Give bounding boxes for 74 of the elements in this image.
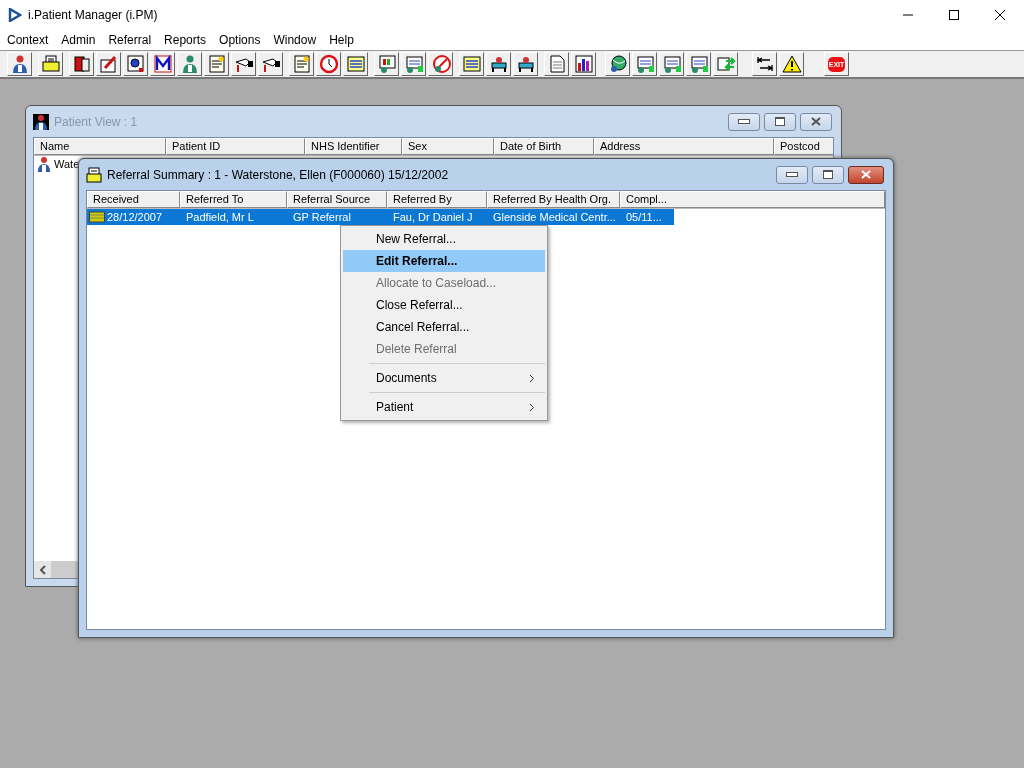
close-icon bbox=[811, 117, 821, 126]
swap-icon[interactable] bbox=[754, 54, 775, 74]
bar-chart-icon[interactable] bbox=[573, 54, 594, 74]
close-button[interactable] bbox=[800, 112, 832, 131]
close-icon[interactable] bbox=[994, 9, 1006, 21]
column-header[interactable]: Referred By Health Org. bbox=[487, 191, 620, 208]
table-cell: 28/12/2007 bbox=[107, 211, 163, 223]
table-cell: Padfield, Mr L bbox=[186, 211, 254, 223]
maximize-button[interactable] bbox=[764, 112, 796, 131]
column-header[interactable]: Name bbox=[34, 138, 166, 155]
menu-item[interactable]: Context bbox=[1, 33, 54, 47]
pencil-icon[interactable] bbox=[98, 54, 119, 74]
scroll-left-icon bbox=[38, 564, 47, 575]
note-icon[interactable] bbox=[206, 54, 227, 74]
column-header[interactable]: Postcod bbox=[774, 138, 833, 155]
maximize-icon[interactable] bbox=[948, 9, 960, 21]
window-title: Referral Summary : 1 - Waterstone, Ellen (F000060) 15/12/2002 bbox=[107, 167, 449, 182]
card-icon[interactable] bbox=[403, 54, 424, 74]
app-logo-icon bbox=[8, 8, 22, 22]
app-title: i.Patient Manager (i.PM) bbox=[28, 8, 158, 22]
menu-item[interactable]: Options bbox=[213, 33, 266, 47]
column-header[interactable]: Compl... bbox=[620, 191, 885, 208]
column-header[interactable]: Referred By bbox=[387, 191, 487, 208]
minimize-button[interactable] bbox=[776, 165, 808, 184]
document-icon[interactable] bbox=[125, 54, 146, 74]
monitor-icon[interactable] bbox=[376, 54, 397, 74]
maximize-button[interactable] bbox=[812, 165, 844, 184]
column-header[interactable]: Referred To bbox=[180, 191, 287, 208]
column-header[interactable]: NHS Identifier bbox=[305, 138, 402, 155]
book-icon[interactable] bbox=[71, 54, 92, 74]
column-header[interactable]: Address bbox=[594, 138, 774, 155]
card-icon[interactable] bbox=[661, 54, 682, 74]
menu-item[interactable]: Reports bbox=[158, 33, 212, 47]
no-entry-icon[interactable] bbox=[430, 54, 451, 74]
list-icon[interactable] bbox=[461, 54, 482, 74]
column-header[interactable]: Received bbox=[87, 191, 180, 208]
window-title: Patient View : 1 bbox=[54, 114, 138, 129]
patient-name[interactable]: Wate bbox=[54, 158, 80, 170]
menu-item[interactable]: Cancel Referral... bbox=[343, 316, 545, 338]
menu-item[interactable]: Patient bbox=[343, 396, 545, 418]
note-icon[interactable] bbox=[291, 54, 312, 74]
scroll-left-button[interactable] bbox=[34, 561, 51, 578]
table-cell: GP Referral bbox=[293, 211, 351, 223]
menu-item[interactable]: Close Referral... bbox=[343, 294, 545, 316]
column-header[interactable]: Referral Source bbox=[287, 191, 387, 208]
table-cell: Glenside Medical Centr... bbox=[493, 211, 616, 223]
column-header[interactable]: Sex bbox=[402, 138, 494, 155]
close-button[interactable] bbox=[848, 165, 884, 184]
table-cell: 05/11... bbox=[626, 211, 662, 223]
menu-item[interactable]: Admin bbox=[55, 33, 101, 47]
menu-item[interactable]: Referral bbox=[102, 33, 157, 47]
warning-icon[interactable] bbox=[781, 54, 802, 74]
arrows-icon[interactable] bbox=[715, 54, 736, 74]
card-icon[interactable] bbox=[634, 54, 655, 74]
column-header[interactable]: Patient ID bbox=[166, 138, 305, 155]
column-header[interactable]: Date of Birth bbox=[494, 138, 594, 155]
menu-item[interactable]: Documents bbox=[343, 367, 545, 389]
person-icon bbox=[36, 156, 52, 172]
clock-icon[interactable] bbox=[318, 54, 339, 74]
menu-item[interactable]: Help bbox=[323, 33, 359, 47]
referral-row[interactable]: 28/12/2007 Padfield, Mr L GP Referral Fau, Dr Daniel J Glenside Medical Centr... 05/11... bbox=[87, 209, 674, 225]
menu-item[interactable]: Edit Referral... bbox=[343, 250, 545, 272]
bed-icon[interactable] bbox=[515, 54, 536, 74]
close-icon bbox=[861, 170, 871, 179]
minimize-button[interactable] bbox=[728, 112, 760, 131]
folder-icon bbox=[89, 211, 105, 223]
menu-item[interactable]: New Referral... bbox=[343, 228, 545, 250]
card-icon[interactable] bbox=[688, 54, 709, 74]
menu-item[interactable]: Window bbox=[267, 33, 322, 47]
table-cell: Fau, Dr Daniel J bbox=[393, 211, 473, 223]
bed-icon[interactable] bbox=[488, 54, 509, 74]
person-icon bbox=[33, 113, 49, 130]
list-icon[interactable] bbox=[345, 54, 366, 74]
zigzag-icon[interactable] bbox=[152, 54, 173, 74]
